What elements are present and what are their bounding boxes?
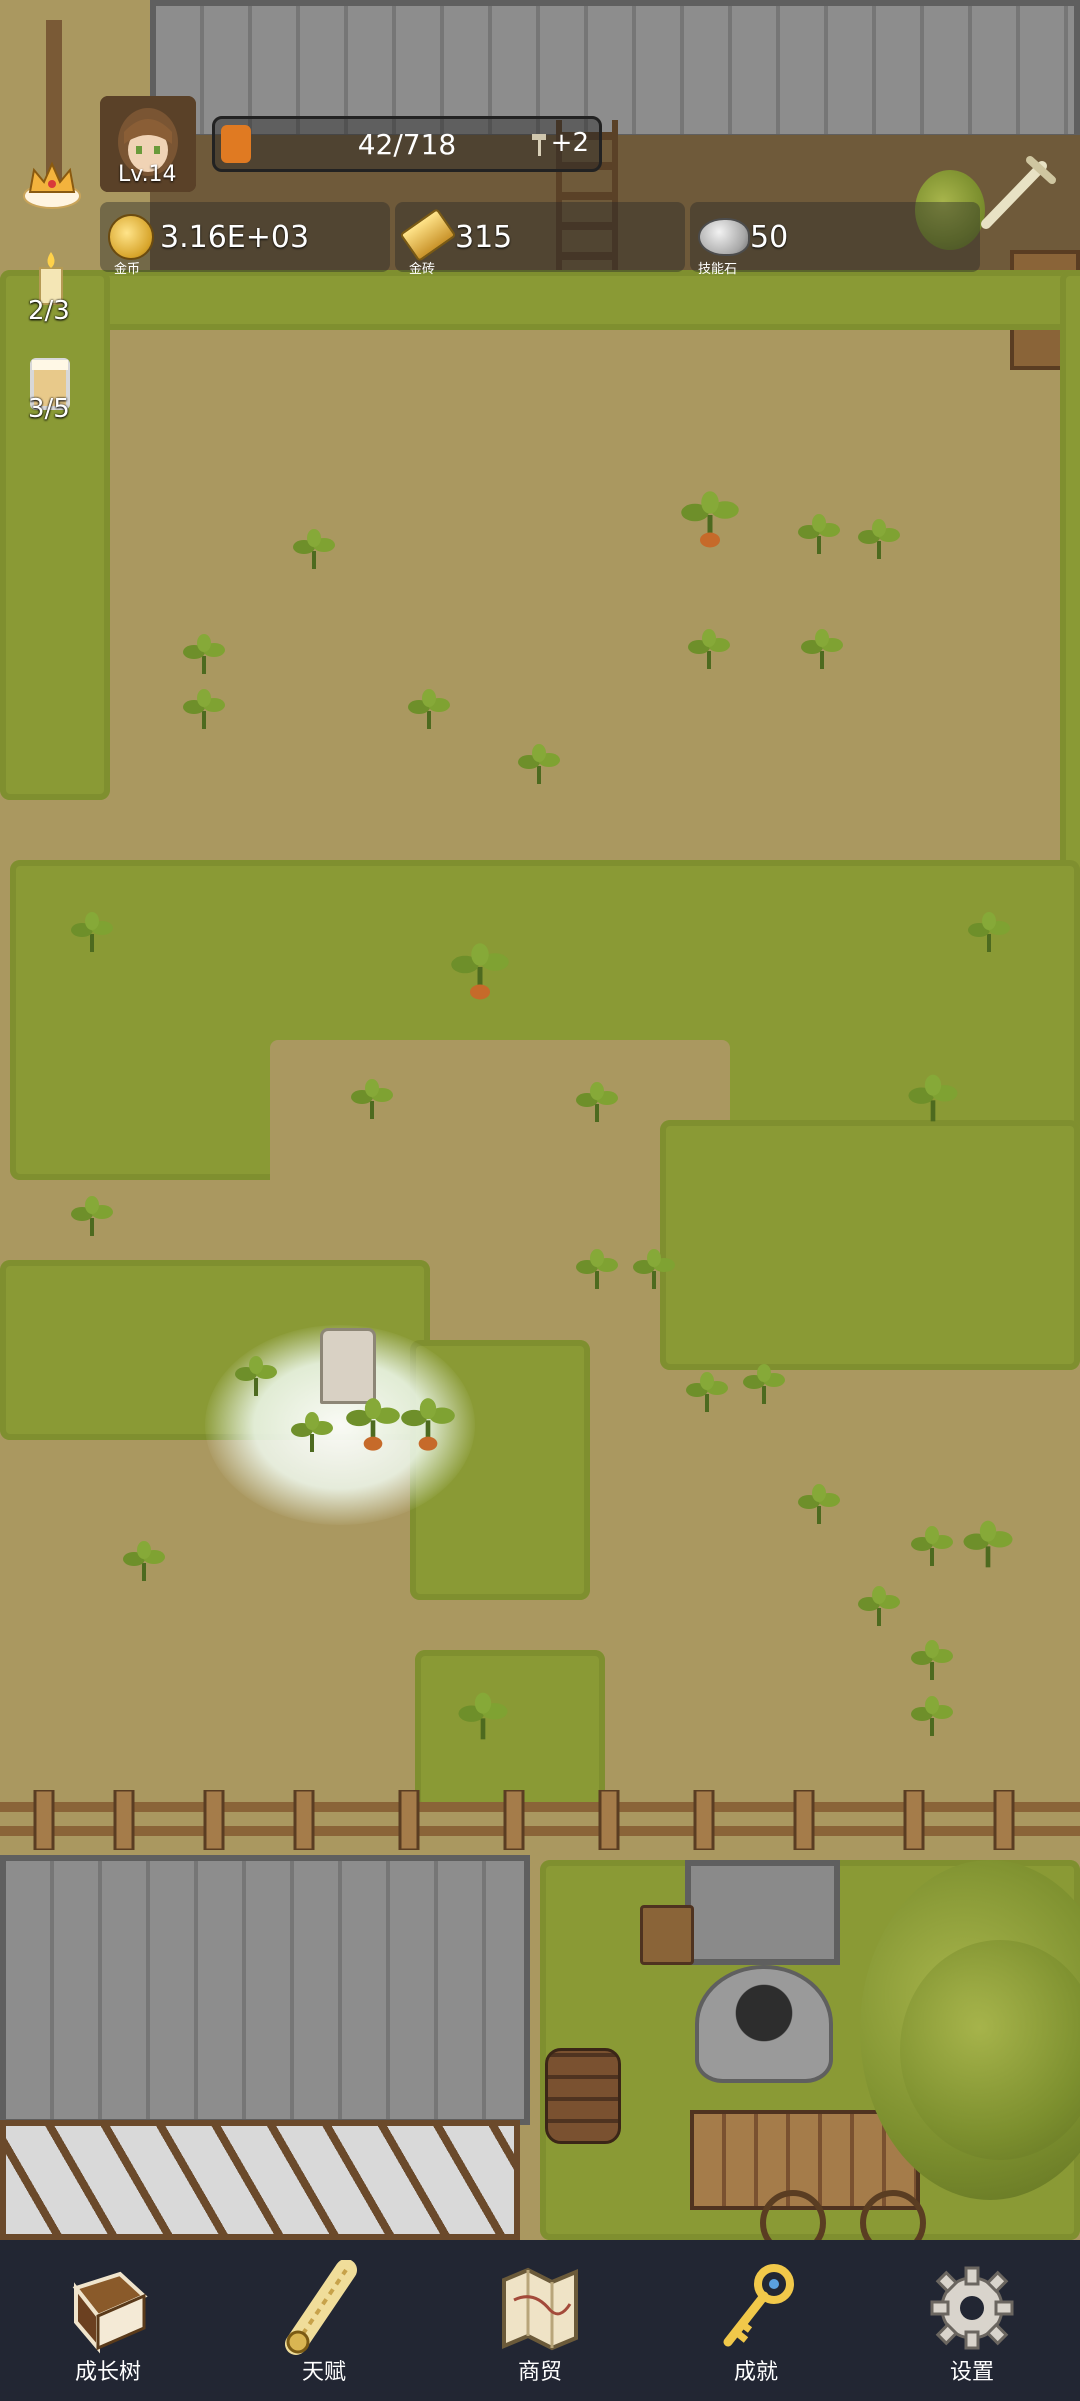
carrot-plant[interactable] xyxy=(680,490,740,550)
sprout[interactable] xyxy=(290,525,338,573)
sprout[interactable] xyxy=(965,908,1013,956)
sprout[interactable] xyxy=(905,1070,961,1126)
nav-growth-tree[interactable]: 成长树 xyxy=(0,2240,216,2401)
grass-right-strip xyxy=(1060,270,1080,910)
nav-trade[interactable]: 商贸 xyxy=(432,2240,648,2401)
barrel xyxy=(545,2048,621,2144)
wooden-fence xyxy=(0,1790,1080,1850)
sprout[interactable] xyxy=(908,1692,956,1740)
nav-label: 成长树 xyxy=(74,2360,141,2385)
sprout[interactable] xyxy=(455,1688,511,1744)
nav-talent[interactable]: 天赋 xyxy=(216,2240,432,2401)
bottom-house-roof xyxy=(0,1855,530,2125)
hammer-icon xyxy=(529,132,549,156)
sprout[interactable] xyxy=(288,1408,336,1456)
gold-coin-value: 3.16E+03 xyxy=(160,220,310,255)
gold-brick-icon xyxy=(399,207,457,263)
skill-stone-icon xyxy=(698,218,750,256)
nav-label: 商贸 xyxy=(517,2360,562,2385)
beer-mug-count: 3/5 xyxy=(28,394,70,424)
sprout[interactable] xyxy=(68,1192,116,1240)
grass-top-strip xyxy=(0,270,1080,330)
bottom-navigation: 成长树 天赋 商贸 成就 设置 xyxy=(0,2240,1080,2401)
skill-stone-counter[interactable]: 50 技能石 xyxy=(690,202,980,277)
gear-icon xyxy=(930,2266,1014,2350)
sprout[interactable] xyxy=(685,625,733,673)
sprout[interactable] xyxy=(908,1522,956,1570)
sprout[interactable] xyxy=(68,908,116,956)
gold-brick-counter[interactable]: 315 金砖 xyxy=(395,202,685,277)
candle-count: 2/3 xyxy=(28,296,70,326)
key-icon xyxy=(723,2264,794,2347)
sprout[interactable] xyxy=(232,1352,280,1400)
carrot-plant[interactable] xyxy=(345,1395,401,1455)
map-icon xyxy=(502,2267,578,2351)
gold-coin-icon xyxy=(108,214,154,260)
sprout[interactable] xyxy=(405,685,453,733)
scroll-icon xyxy=(285,2260,357,2355)
grass-right-band xyxy=(660,1120,1080,1370)
sprout[interactable] xyxy=(795,510,843,558)
sprout[interactable] xyxy=(855,1582,903,1630)
sprout[interactable] xyxy=(515,740,563,788)
sprout[interactable] xyxy=(180,685,228,733)
carrot-plant[interactable] xyxy=(400,1395,456,1455)
xp-bar: 42/718 +2 xyxy=(212,116,602,172)
well-roof xyxy=(685,1860,840,1965)
sprout[interactable] xyxy=(855,515,903,563)
bottom-house-wall xyxy=(0,2120,520,2240)
water-bucket xyxy=(640,1905,694,1965)
sprout[interactable] xyxy=(740,1360,788,1408)
nav-settings[interactable]: 设置 xyxy=(864,2240,1080,2401)
book-icon xyxy=(72,2271,148,2354)
sprout[interactable] xyxy=(573,1078,621,1126)
skill-stone-value: 50 xyxy=(750,220,789,255)
sprout[interactable] xyxy=(683,1368,731,1416)
nav-label: 设置 xyxy=(949,2360,994,2385)
stone-well[interactable] xyxy=(695,1965,833,2083)
crown-icon[interactable] xyxy=(20,150,84,214)
nav-achievements[interactable]: 成就 xyxy=(648,2240,864,2401)
player-level-label: Lv.14 xyxy=(118,162,177,187)
sprout[interactable] xyxy=(120,1537,168,1585)
sprout[interactable] xyxy=(798,625,846,673)
carrot-plant[interactable] xyxy=(450,940,510,1004)
sprout[interactable] xyxy=(960,1516,1016,1572)
sprout[interactable] xyxy=(908,1636,956,1684)
grave-sign[interactable] xyxy=(320,1328,376,1404)
gold-brick-caption: 金砖 xyxy=(409,262,436,277)
sprout[interactable] xyxy=(573,1245,621,1293)
gold-coin-caption: 金币 xyxy=(114,262,141,277)
bone-sword-icon[interactable] xyxy=(980,150,1060,230)
xp-bonus: +2 xyxy=(529,128,589,158)
sprout[interactable] xyxy=(180,630,228,678)
xp-bonus-value: +2 xyxy=(550,128,589,158)
nav-label: 成就 xyxy=(733,2360,778,2385)
skill-stone-caption: 技能石 xyxy=(698,262,738,277)
sprout[interactable] xyxy=(348,1075,396,1123)
gold-brick-value: 315 xyxy=(455,220,513,255)
farm-scene[interactable] xyxy=(0,0,1080,2240)
nav-label: 天赋 xyxy=(301,2360,346,2385)
gold-coin-counter[interactable]: 3.16E+03 金币 xyxy=(100,202,390,277)
sprout[interactable] xyxy=(795,1480,843,1528)
sprout[interactable] xyxy=(630,1245,678,1293)
